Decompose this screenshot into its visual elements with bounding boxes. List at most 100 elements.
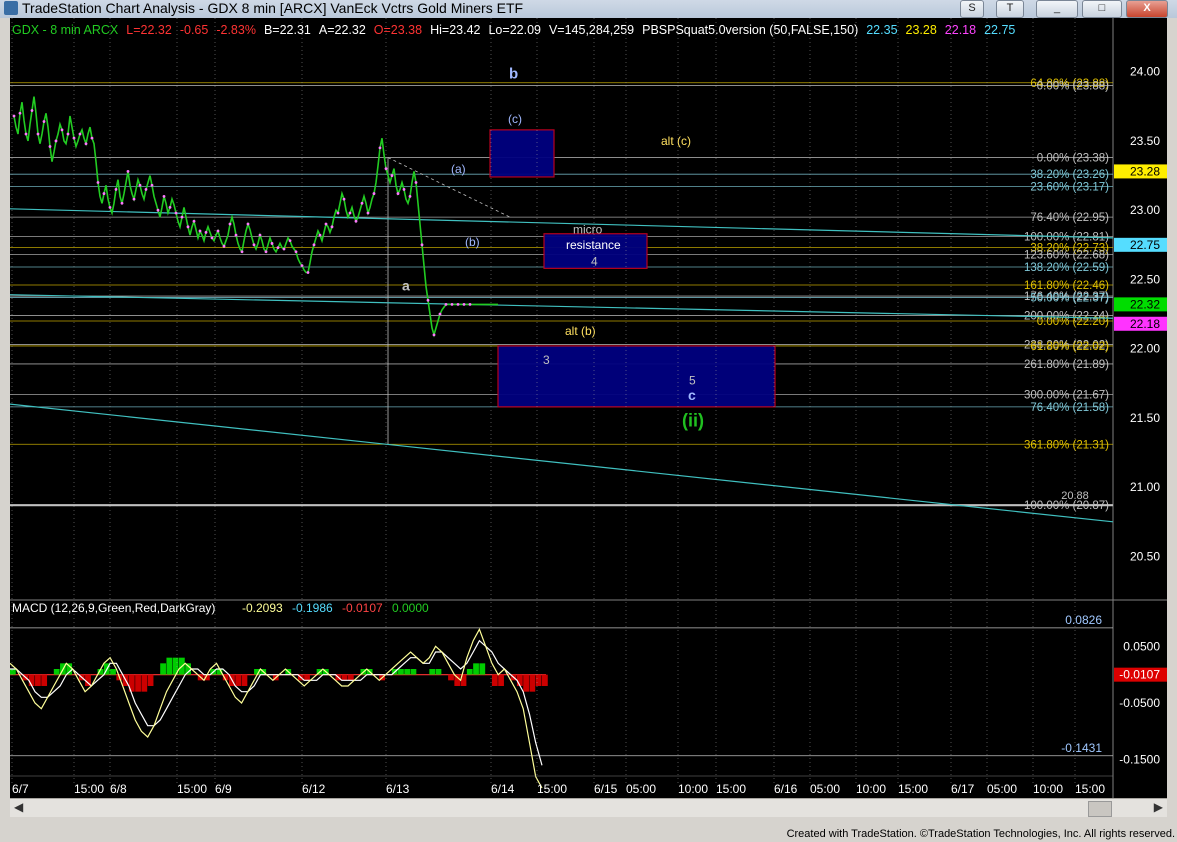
price-dot xyxy=(438,312,442,316)
wave-c-target-box xyxy=(497,345,776,408)
close-button[interactable]: X xyxy=(1126,0,1168,18)
window-titlebar: TradeStation Chart Analysis - GDX 8 min … xyxy=(0,0,1177,18)
price-dot xyxy=(180,215,184,219)
price-dot xyxy=(240,250,244,254)
price-dot xyxy=(18,111,22,115)
price-dot xyxy=(66,132,70,136)
price-dot xyxy=(198,229,202,233)
macd-histogram-bar xyxy=(35,674,41,686)
wave-label: c xyxy=(688,387,696,403)
chart-type-button[interactable]: T xyxy=(996,0,1024,18)
time-tick-label: 6/8 xyxy=(110,782,127,796)
scroll-right-icon[interactable]: ▶ xyxy=(1154,800,1163,814)
time-tick-label: 15:00 xyxy=(898,782,928,796)
macd-histogram-bar xyxy=(10,669,16,675)
price-dot xyxy=(450,302,454,306)
price-markers: 23.28 22.75 22.32 22.18 xyxy=(1114,164,1167,331)
price-dot xyxy=(84,142,88,146)
price-dot xyxy=(246,222,250,226)
price-dot xyxy=(384,167,388,171)
time-tick-label: 10:00 xyxy=(1033,782,1063,796)
macd-histogram-bar xyxy=(542,674,548,686)
fib-label: 138.20% (22.59) xyxy=(1024,262,1109,274)
price-dot xyxy=(114,188,118,191)
price-dot xyxy=(420,243,424,247)
macd-title: MACD (12,26,9,Green,Red,DarkGray) xyxy=(12,601,215,615)
chart-area[interactable]: GDX - 8 min ARCX L=22.32 -0.65 -2.83% B=22.3… xyxy=(10,18,1167,798)
price-tick-label: 20.50 xyxy=(1130,549,1160,563)
trend-line-middle xyxy=(10,294,1114,319)
price-dot xyxy=(120,201,124,205)
header-item-1: L=22.32 xyxy=(126,23,172,37)
level-20-88-label: 20.88 xyxy=(1061,490,1089,502)
wave-label: (a) xyxy=(451,162,466,176)
price-dot xyxy=(276,246,280,249)
macd-histogram-bar xyxy=(110,669,116,675)
time-tick-label: 6/17 xyxy=(951,782,975,796)
price-dot xyxy=(324,222,328,226)
macd-histogram-bar xyxy=(135,674,141,692)
macd-histogram-bar xyxy=(410,669,417,675)
scroll-thumb[interactable] xyxy=(1088,801,1112,817)
maximize-button[interactable]: □ xyxy=(1082,0,1122,18)
fib-label: 50.00% (22.37) xyxy=(1030,292,1109,304)
price-dot xyxy=(186,225,190,229)
macd-histogram-bar xyxy=(498,674,504,686)
macd-histogram-bar xyxy=(41,674,48,686)
macd-histogram-bar xyxy=(466,669,473,675)
price-dot xyxy=(414,181,418,184)
header-item-7: Hi=23.42 xyxy=(430,23,480,37)
price-tick-label: 21.00 xyxy=(1130,480,1160,494)
price-dot xyxy=(48,145,52,148)
price-tick-label: 22.00 xyxy=(1130,342,1160,356)
header-item-4: B=22.31 xyxy=(264,23,311,37)
fib-label: 300.00% (21.67) xyxy=(1024,389,1109,401)
price-dot xyxy=(78,132,82,136)
macd-histogram-bar xyxy=(448,674,454,681)
time-tick-label: 10:00 xyxy=(678,782,708,796)
symbol-link-button[interactable]: S xyxy=(960,0,984,18)
price-dot xyxy=(138,183,142,187)
macd-histogram-bar xyxy=(304,674,310,681)
macd-histogram-bar xyxy=(535,674,542,686)
price-dot xyxy=(162,194,166,198)
header-item-10: PBSPSquat5.0version (50,FALSE,150) xyxy=(642,23,858,37)
macd-histogram-bar xyxy=(529,674,536,692)
price-dot xyxy=(156,208,160,212)
wave-label: (ii) xyxy=(682,410,704,430)
macd-histogram-bar xyxy=(473,663,479,675)
minimize-button[interactable]: _ xyxy=(1036,0,1078,18)
price-dot xyxy=(432,333,436,337)
wave-label: resistance xyxy=(566,238,621,252)
header-item-12: 23.28 xyxy=(906,23,937,37)
price-dot xyxy=(228,222,232,226)
price-dot xyxy=(132,197,136,201)
macd-histogram-bar xyxy=(523,674,529,692)
price-dot xyxy=(222,244,226,248)
price-chart[interactable]: GDX - 8 min ARCX L=22.32 -0.65 -2.83% B=22.3… xyxy=(10,18,1167,798)
time-tick-label: 6/13 xyxy=(386,782,410,796)
price-dot xyxy=(354,219,358,223)
wave-label: 4 xyxy=(591,255,598,269)
macd-histogram-bar xyxy=(166,657,173,675)
macd-histogram-bar xyxy=(398,669,404,675)
price-dot xyxy=(396,192,400,195)
wave-label: (b) xyxy=(465,235,480,249)
price-dot xyxy=(126,170,130,173)
horizontal-scrollbar[interactable]: ◀ ▶ xyxy=(10,798,1167,817)
price-dot xyxy=(330,225,334,229)
price-dot xyxy=(96,181,100,184)
scroll-left-icon[interactable]: ◀ xyxy=(14,800,23,814)
fib-label: 261.80% (21.89) xyxy=(1024,359,1109,371)
fibonacci-levels: 64.80% (23.88)0.00% (23.88)0.00% (23.38)… xyxy=(10,78,1113,512)
header-item-5: A=22.32 xyxy=(319,23,366,37)
target-boxes xyxy=(489,129,776,408)
price-dot xyxy=(36,132,40,136)
time-tick-label: 15:00 xyxy=(1075,782,1105,796)
macd-histogram-bar xyxy=(160,663,166,675)
price-dot xyxy=(306,271,310,274)
price-dot xyxy=(294,250,298,254)
header-item-0: GDX - 8 min ARCX xyxy=(12,23,119,37)
b-target-box xyxy=(489,129,555,178)
time-tick-label: 15:00 xyxy=(537,782,567,796)
